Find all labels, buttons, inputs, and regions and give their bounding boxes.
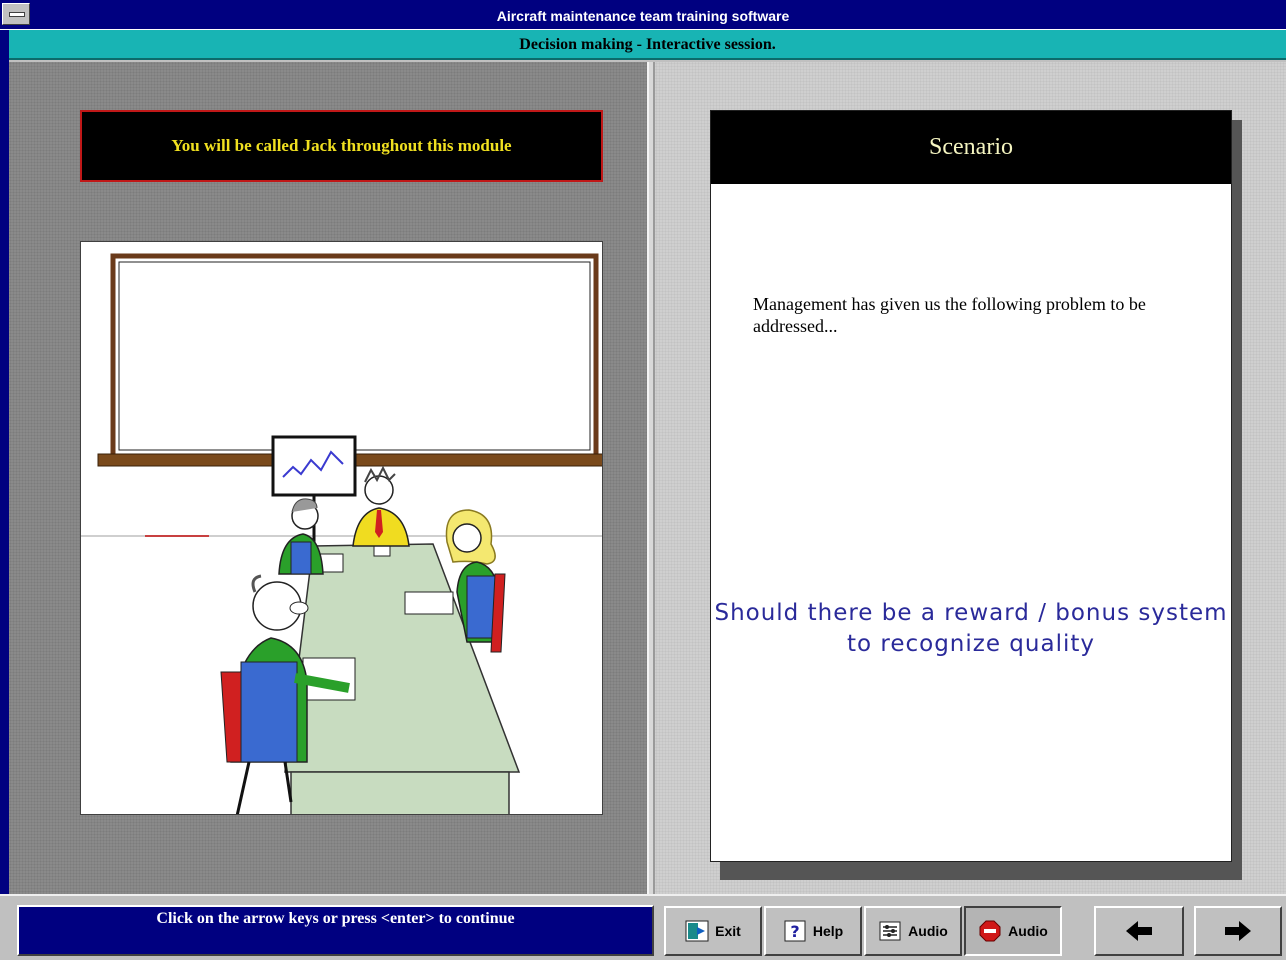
audio-stop-label: Audio xyxy=(1008,923,1048,939)
audio-play-label: Audio xyxy=(908,923,948,939)
exit-label: Exit xyxy=(715,923,741,939)
audio-play-button[interactable]: Audio xyxy=(864,906,962,956)
svg-text:?: ? xyxy=(790,922,799,941)
audio-stop-button[interactable]: Audio xyxy=(964,906,1062,956)
next-arrow-button[interactable] xyxy=(1194,906,1282,956)
exit-button[interactable]: Exit xyxy=(664,906,762,956)
right-arrow-icon xyxy=(1225,921,1251,941)
scenario-question: Should there be a reward / bonus system … xyxy=(714,600,1228,657)
title-bar: Aircraft maintenance team training softw… xyxy=(0,0,1286,30)
scenario-card: Scenario Management has given us the fol… xyxy=(710,110,1232,862)
module-subtitle: Decision making - Interactive session. xyxy=(519,36,776,53)
back-arrow-button[interactable] xyxy=(1094,906,1184,956)
meeting-room-image xyxy=(81,253,602,814)
scenario-intro: Management has given us the following pr… xyxy=(753,294,1146,336)
scenario-header: Scenario xyxy=(711,111,1231,184)
module-header: Decision making - Interactive session. xyxy=(9,30,1286,60)
continue-hint: Click on the arrow keys or press <enter>… xyxy=(17,905,654,956)
left-arrow-icon xyxy=(1126,921,1152,941)
stop-icon xyxy=(979,920,1001,942)
window-title: Aircraft maintenance team training softw… xyxy=(496,8,790,24)
meeting-illustration xyxy=(80,241,603,815)
audio-icon xyxy=(879,921,901,941)
help-button[interactable]: ? Help xyxy=(764,906,862,956)
window-left-edge xyxy=(0,30,9,960)
panel-divider xyxy=(647,62,655,894)
name-notice: You will be called Jack throughout this … xyxy=(80,110,603,182)
help-label: Help xyxy=(812,923,844,939)
help-icon: ? xyxy=(784,920,806,942)
exit-icon xyxy=(685,920,709,942)
